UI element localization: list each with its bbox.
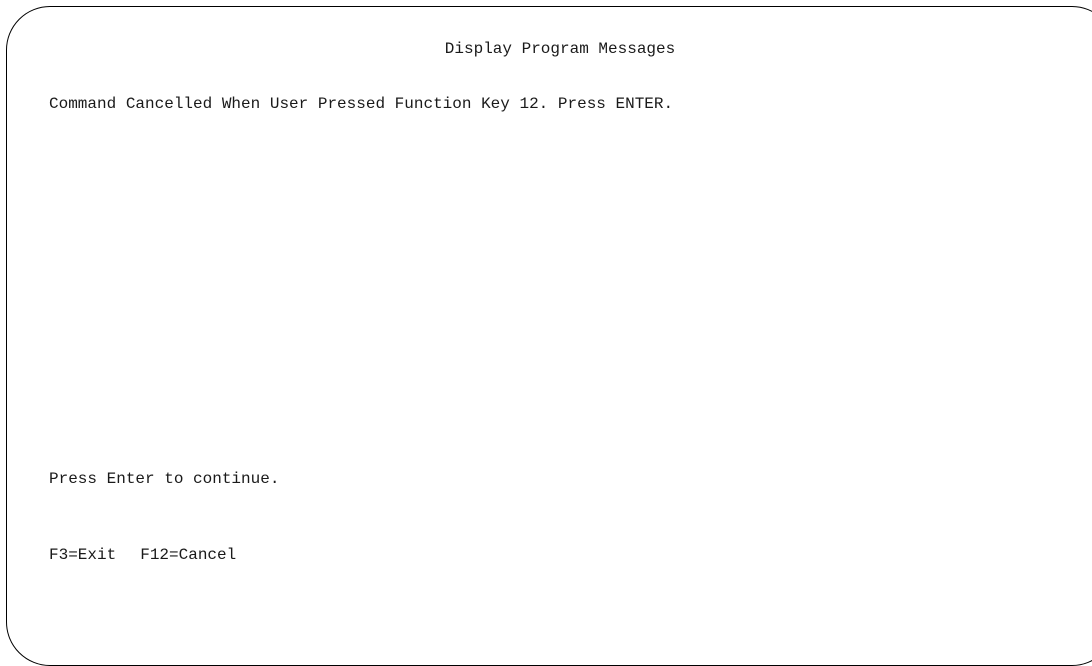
screen-title: Display Program Messages (444, 40, 676, 58)
f3-exit-key[interactable]: F3=Exit (49, 546, 116, 564)
program-message: Command Cancelled When User Pressed Func… (49, 95, 674, 113)
f12-cancel-key[interactable]: F12=Cancel (140, 546, 236, 564)
function-key-bar: F3=Exit F12=Cancel (49, 545, 236, 565)
continue-prompt: Press Enter to continue. (49, 470, 280, 488)
